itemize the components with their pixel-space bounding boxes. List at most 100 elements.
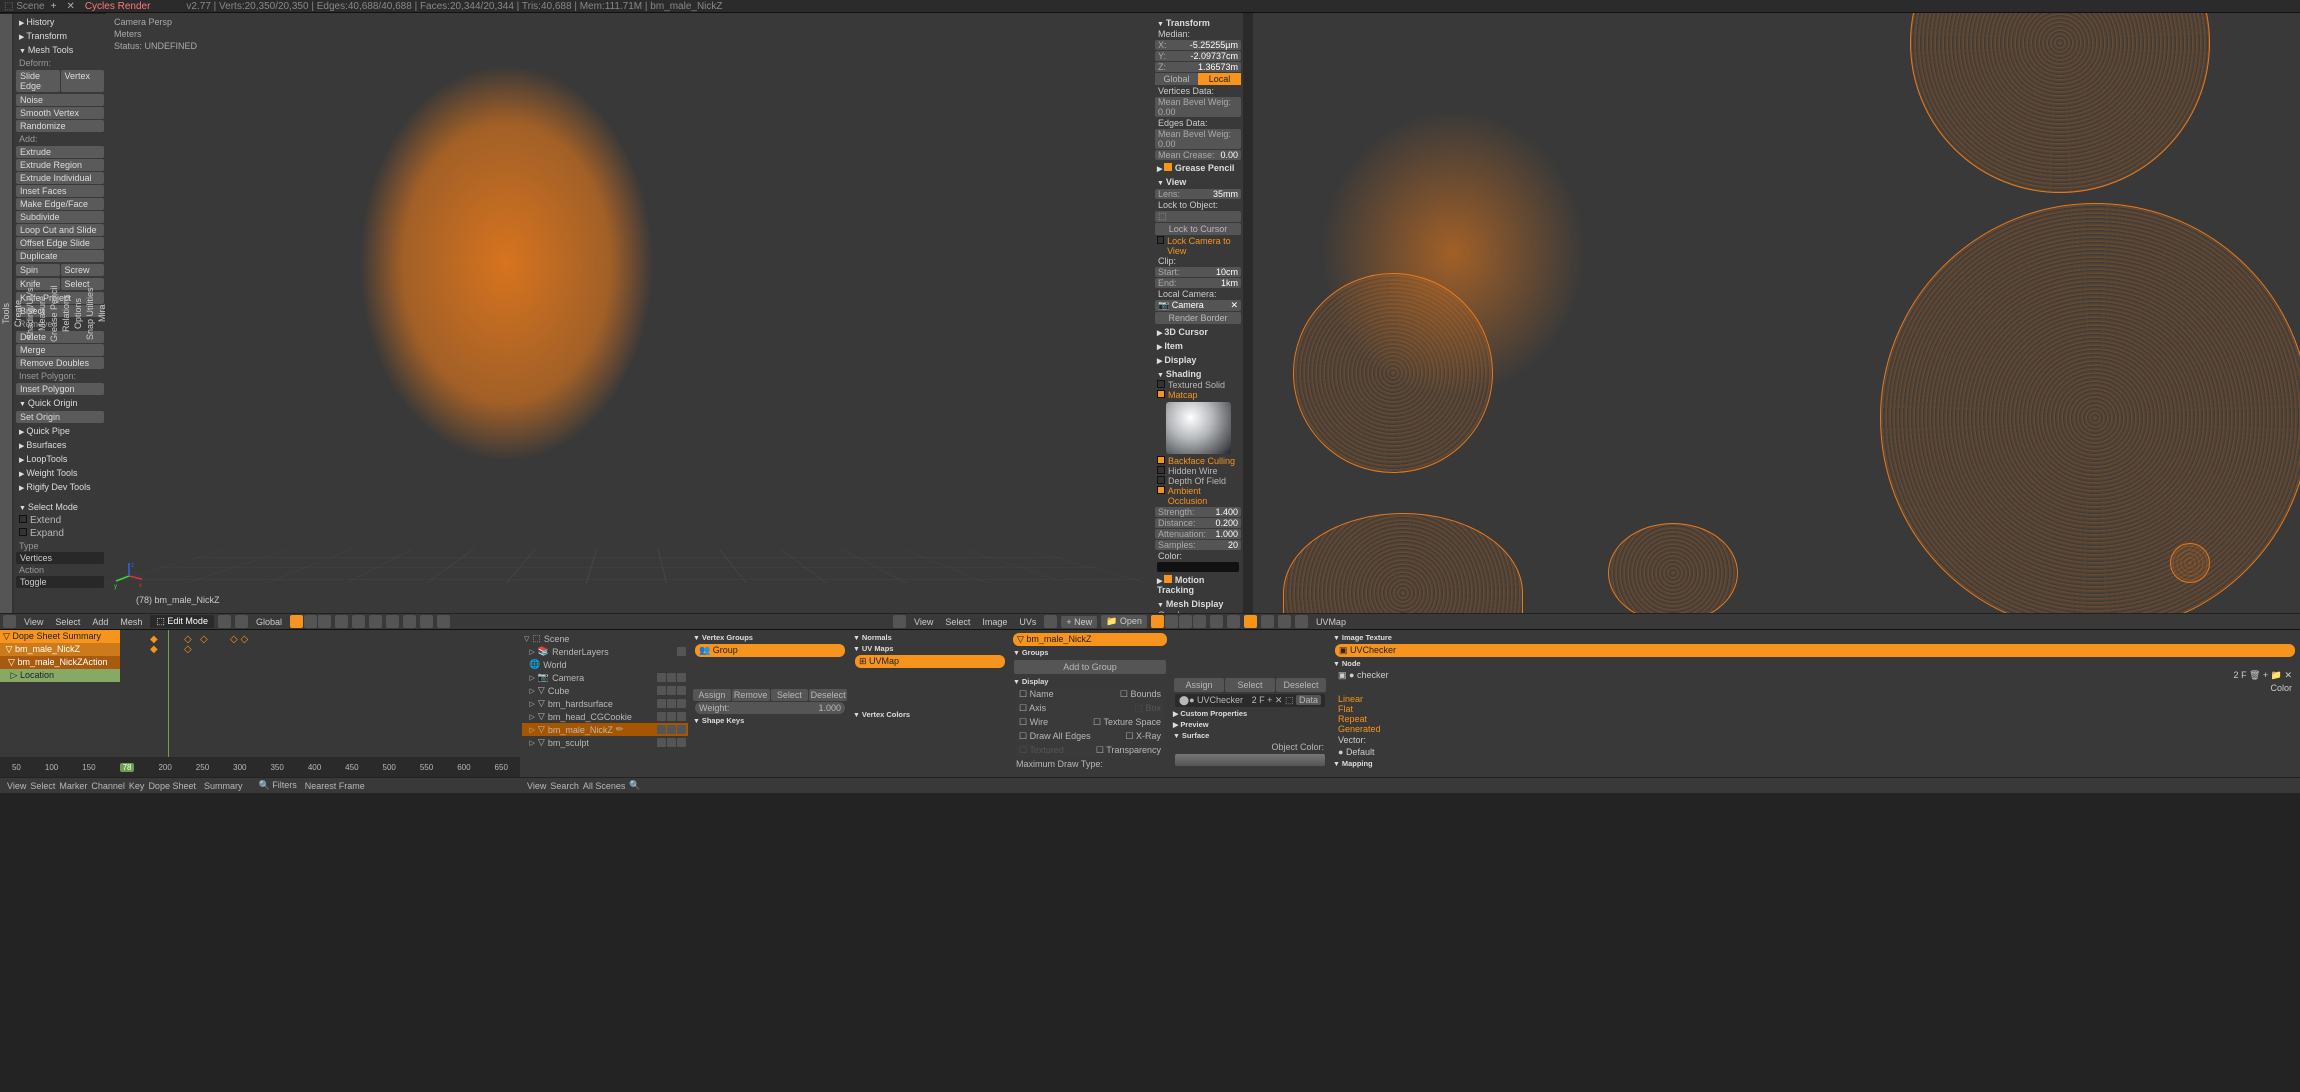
uv-image-editor[interactable] xyxy=(1253,13,2300,613)
uv-island-icon[interactable] xyxy=(1193,615,1206,628)
panel-vertex-groups[interactable]: Vertex Groups xyxy=(692,632,848,643)
color-swatch[interactable] xyxy=(1157,562,1239,572)
uv-face-icon[interactable] xyxy=(1179,615,1192,628)
panel-preview[interactable]: Preview xyxy=(1172,719,1328,730)
ds-action-row[interactable]: ▽ bm_male_NickZAction xyxy=(0,656,120,669)
z-field[interactable]: Z:1.36573m xyxy=(1155,62,1241,72)
panel-shape-keys[interactable]: Shape Keys xyxy=(692,715,848,726)
ds-filters[interactable]: 🔍 Filters xyxy=(259,780,297,791)
uv-view-menu[interactable]: View xyxy=(910,617,937,627)
outliner-view-menu[interactable]: View xyxy=(527,781,546,791)
face-select-icon[interactable] xyxy=(318,615,331,628)
mean-bevel-edge[interactable]: Mean Bevel Weig: 0.00 xyxy=(1155,129,1241,149)
tab-create[interactable]: Create xyxy=(12,13,24,613)
panel-transform-n[interactable]: Transform xyxy=(1155,17,1241,29)
vertex-select-icon[interactable] xyxy=(290,615,303,628)
vg-assign-button[interactable]: Assign xyxy=(693,689,731,701)
panel-obj-groups[interactable]: Groups xyxy=(1012,647,1168,658)
panel-mapping[interactable]: Mapping xyxy=(1332,758,2298,769)
ds-graph[interactable]: ◆ ◆ ◇ ◇ ◇ ◇ ◇ xyxy=(120,630,520,757)
panel-item[interactable]: Item xyxy=(1155,340,1241,352)
mean-crease[interactable]: Mean Crease:0.00 xyxy=(1155,150,1241,160)
backface-check[interactable]: Backface Culling xyxy=(1155,456,1241,466)
panel-image-texture[interactable]: Image Texture xyxy=(1332,632,2298,643)
lock-cursor-button[interactable]: Lock to Cursor xyxy=(1155,223,1241,235)
obj-texspace-check[interactable]: Texture Space xyxy=(1103,717,1161,727)
open-image-button[interactable]: 📁 Open xyxy=(1101,615,1147,628)
distance-field[interactable]: Distance:0.200 xyxy=(1155,518,1241,528)
uv-sync-icon[interactable] xyxy=(1210,615,1223,628)
vg-deselect-button[interactable]: Deselect xyxy=(809,689,847,701)
space-toggle[interactable]: GlobalLocal xyxy=(1155,73,1241,85)
weight-slider[interactable]: Weight:1.000 xyxy=(695,702,845,714)
uv-vertex-icon[interactable] xyxy=(1151,615,1164,628)
mesh-menu[interactable]: Mesh xyxy=(116,617,146,627)
projection-dropdown[interactable]: Flat xyxy=(1332,704,2298,714)
tab-relations[interactable]: Relations xyxy=(60,13,72,613)
obj-name-check[interactable]: Name xyxy=(1030,689,1054,699)
limit-selection-icon[interactable] xyxy=(335,615,348,628)
outliner-world[interactable]: 🌐 World xyxy=(522,658,688,671)
mat-deselect-button[interactable]: Deselect xyxy=(1276,678,1326,692)
tab-snap-utilities[interactable]: Snap Utilities xyxy=(84,13,96,613)
ds-marker-menu[interactable]: Marker xyxy=(59,781,87,791)
render-engine-dropdown[interactable]: Cycles Render xyxy=(85,1,151,12)
panel-obj-display[interactable]: Display xyxy=(1012,676,1168,687)
panel-3d-cursor[interactable]: 3D Cursor xyxy=(1155,326,1241,338)
matcap-check[interactable]: Matcap xyxy=(1155,390,1241,400)
obj-box-dropdown[interactable]: Box xyxy=(1145,703,1161,713)
edge-select-icon[interactable] xyxy=(304,615,317,628)
obj-xray-check[interactable]: X-Ray xyxy=(1136,731,1161,741)
add-to-group-button[interactable]: Add to Group xyxy=(1014,660,1166,674)
image-browse-icon[interactable] xyxy=(1044,615,1057,628)
shading-icon[interactable] xyxy=(218,615,231,628)
vg-remove-button[interactable]: Remove xyxy=(732,689,770,701)
uv-edge-icon[interactable] xyxy=(1165,615,1178,628)
lock-camera-check[interactable]: Lock Camera to View xyxy=(1155,236,1241,256)
outliner-search-menu[interactable]: Search xyxy=(550,781,579,791)
mode-dropdown[interactable]: ⬚ Edit Mode xyxy=(150,615,214,628)
add-scene[interactable]: + xyxy=(51,1,57,12)
lens-field[interactable]: Lens:35mm xyxy=(1155,189,1241,199)
outliner-cube[interactable]: ▷▽ Cube xyxy=(522,684,688,697)
render-icon[interactable] xyxy=(437,615,450,628)
panel-view[interactable]: View xyxy=(1155,176,1241,188)
uv-channels-icon[interactable] xyxy=(1295,615,1308,628)
uv-editor-type-icon[interactable] xyxy=(893,615,906,628)
ds-object-row[interactable]: ▽ bm_male_NickZ xyxy=(0,643,120,656)
clip-start[interactable]: Start:10cm xyxy=(1155,267,1241,277)
outliner-scene[interactable]: ▽⬚ Scene xyxy=(522,632,688,645)
new-image-button[interactable]: + New xyxy=(1061,616,1097,628)
view-menu[interactable]: View xyxy=(20,617,47,627)
uv-image-menu[interactable]: Image xyxy=(978,617,1011,627)
mat-select-button[interactable]: Select xyxy=(1225,678,1275,692)
outliner-male[interactable]: ▷▽ bm_male_NickZ ✏ xyxy=(522,723,688,736)
uvmap-active[interactable]: UVMap xyxy=(1312,617,1350,627)
hidden-wire-check[interactable]: Hidden Wire xyxy=(1155,466,1241,476)
manipulator-icon[interactable] xyxy=(403,615,416,628)
dof-check[interactable]: Depth Of Field xyxy=(1155,476,1241,486)
outliner-search-icon[interactable]: 🔍 xyxy=(629,780,640,791)
uv-uvs-menu[interactable]: UVs xyxy=(1015,617,1040,627)
3d-viewport[interactable]: Camera Persp Meters Status: UNDEFINED x … xyxy=(106,13,1153,613)
scene-dropdown[interactable]: ⬚ Scene xyxy=(4,1,45,12)
outliner-camera[interactable]: ▷📷 Camera xyxy=(522,671,688,684)
tab-grease-pencil[interactable]: Grease Pencil xyxy=(48,13,60,613)
object-color-swatch[interactable] xyxy=(1175,754,1325,766)
uv-map-item[interactable]: ⊞ UVMap xyxy=(855,655,1005,668)
tab-shading-uvs[interactable]: Shading/UVs xyxy=(24,13,36,613)
panel-vertex-colors[interactable]: Vertex Colors xyxy=(852,709,1008,720)
snap-icon[interactable] xyxy=(369,615,382,628)
scrollbar-n[interactable] xyxy=(1243,13,1253,613)
ds-key-menu[interactable]: Key xyxy=(129,781,145,791)
proportional-icon[interactable] xyxy=(352,615,365,628)
outliner-renderlayers[interactable]: ▷📚 RenderLayers xyxy=(522,645,688,658)
snap-target-icon[interactable] xyxy=(386,615,399,628)
tab-options[interactable]: Options xyxy=(72,13,84,613)
samples-field[interactable]: Samples:20 xyxy=(1155,540,1241,550)
uv-snap-icon[interactable] xyxy=(1244,615,1257,628)
playhead[interactable] xyxy=(168,630,169,757)
vertex-group-item[interactable]: 👥 Group xyxy=(695,644,845,657)
obj-drawedges-check[interactable]: Draw All Edges xyxy=(1030,731,1091,741)
ds-mode-dropdown[interactable]: Dope Sheet xyxy=(148,781,196,791)
